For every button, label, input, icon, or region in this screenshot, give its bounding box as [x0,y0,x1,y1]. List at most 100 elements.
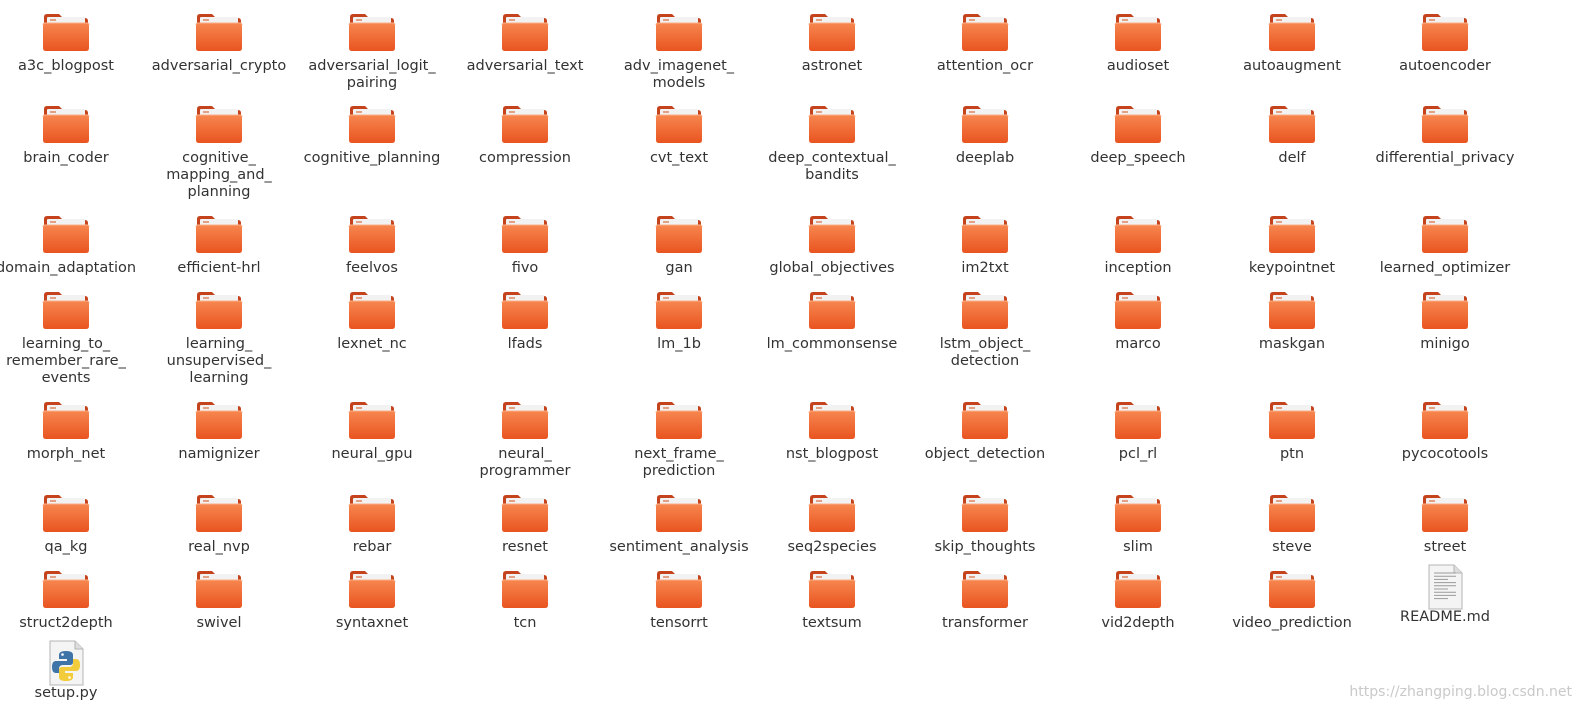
folder-item[interactable]: vid2depth [1063,569,1213,632]
item-label: learning_ unsupervised_ learning [166,336,272,386]
folder-item[interactable]: autoaugment [1217,12,1367,75]
item-label: deeplab [955,150,1015,166]
folder-item[interactable]: lfads [450,290,600,353]
folder-item[interactable]: adversarial_crypto [144,12,294,75]
folder-item[interactable]: adversarial_text [450,12,600,75]
item-label: transformer [942,615,1028,631]
folder-item[interactable]: astronet [757,12,907,75]
folder-item[interactable]: seq2species [757,493,907,556]
folder-item[interactable]: tcn [450,569,600,632]
folder-item[interactable]: lstm_object_ detection [910,290,1060,370]
folder-item[interactable]: tensorrt [604,569,754,632]
folder-item[interactable]: deep_contextual_ bandits [757,104,907,184]
folder-item[interactable]: differential_privacy [1370,104,1520,167]
folder-item[interactable]: domain_adaptation [0,214,141,277]
folder-item[interactable]: pycocotools [1370,400,1520,463]
folder-item[interactable]: transformer [910,569,1060,632]
folder-item[interactable]: cognitive_ mapping_and_ planning [144,104,294,201]
watermark-text: https://zhangping.blog.csdn.net [1349,684,1572,700]
folder-item[interactable]: lm_1b [604,290,754,353]
item-label: deep_contextual_ bandits [768,150,896,183]
folder-item[interactable]: struct2depth [0,569,141,632]
folder-item[interactable]: deeplab [910,104,1060,167]
item-label: adversarial_logit_ pairing [308,58,436,91]
folder-item[interactable]: learned_optimizer [1370,214,1520,277]
file-item[interactable]: setup.py [0,640,141,702]
item-label: cvt_text [649,150,709,166]
folder-item[interactable]: cognitive_planning [297,104,447,167]
folder-item[interactable]: adv_imagenet_ models [604,12,754,92]
item-label: struct2depth [19,615,113,631]
folder-icon [501,12,549,52]
folder-item[interactable]: lexnet_nc [297,290,447,353]
text-file-icon [1421,563,1469,610]
item-label: video_prediction [1232,615,1352,631]
folder-item[interactable]: object_detection [910,400,1060,463]
folder-item[interactable]: nst_blogpost [757,400,907,463]
folder-item[interactable]: qa_kg [0,493,141,556]
folder-item[interactable]: attention_ocr [910,12,1060,75]
folder-item[interactable]: neural_ programmer [450,400,600,480]
folder-item[interactable]: video_prediction [1217,569,1367,632]
folder-icon [501,400,549,440]
folder-icon [1268,400,1316,440]
folder-icon [1268,104,1316,144]
folder-icon [195,290,243,330]
folder-item[interactable]: global_objectives [757,214,907,277]
folder-item[interactable]: street [1370,493,1520,556]
folder-icon [195,493,243,533]
folder-item[interactable]: feelvos [297,214,447,277]
folder-item[interactable]: im2txt [910,214,1060,277]
folder-item[interactable]: marco [1063,290,1213,353]
item-label: im2txt [961,260,1009,276]
folder-item[interactable]: learning_to_ remember_rare_ events [0,290,141,387]
folder-icon [961,569,1009,609]
folder-item[interactable]: slim [1063,493,1213,556]
folder-item[interactable]: ptn [1217,400,1367,463]
folder-item[interactable]: a3c_blogpost [0,12,141,75]
folder-item[interactable]: textsum [757,569,907,632]
folder-item[interactable]: namignizer [144,400,294,463]
item-label: domain_adaptation [0,260,137,276]
file-item[interactable]: README.md [1370,564,1520,626]
folder-item[interactable]: autoencoder [1370,12,1520,75]
folder-item[interactable]: minigo [1370,290,1520,353]
item-label: audioset [1106,58,1170,74]
folder-icon [42,493,90,533]
folder-item[interactable]: pcl_rl [1063,400,1213,463]
folder-item[interactable]: sentiment_analysis [604,493,754,556]
folder-item[interactable]: learning_ unsupervised_ learning [144,290,294,387]
folder-item[interactable]: brain_coder [0,104,141,167]
folder-item[interactable]: compression [450,104,600,167]
folder-item[interactable]: cvt_text [604,104,754,167]
folder-item[interactable]: adversarial_logit_ pairing [297,12,447,92]
folder-icon [348,569,396,609]
folder-item[interactable]: next_frame_ prediction [604,400,754,480]
folder-item[interactable]: swivel [144,569,294,632]
item-label: cognitive_planning [303,150,441,166]
folder-item[interactable]: fivo [450,214,600,277]
folder-item[interactable]: keypointnet [1217,214,1367,277]
folder-item[interactable]: real_nvp [144,493,294,556]
folder-item[interactable]: deep_speech [1063,104,1213,167]
folder-icon [195,104,243,144]
folder-item[interactable]: lm_commonsense [757,290,907,353]
folder-item[interactable]: delf [1217,104,1367,167]
folder-item[interactable]: skip_thoughts [910,493,1060,556]
folder-icon [655,214,703,254]
folder-icon [808,569,856,609]
folder-item[interactable]: maskgan [1217,290,1367,353]
folder-item[interactable]: resnet [450,493,600,556]
folder-item[interactable]: efficient-hrl [144,214,294,277]
item-label: seq2species [787,539,877,555]
folder-item[interactable]: inception [1063,214,1213,277]
folder-item[interactable]: gan [604,214,754,277]
folder-item[interactable]: syntaxnet [297,569,447,632]
folder-item[interactable]: rebar [297,493,447,556]
folder-item[interactable]: morph_net [0,400,141,463]
folder-item[interactable]: neural_gpu [297,400,447,463]
folder-item[interactable]: steve [1217,493,1367,556]
folder-icon [808,290,856,330]
folder-item[interactable]: audioset [1063,12,1213,75]
folder-icon [1268,493,1316,533]
